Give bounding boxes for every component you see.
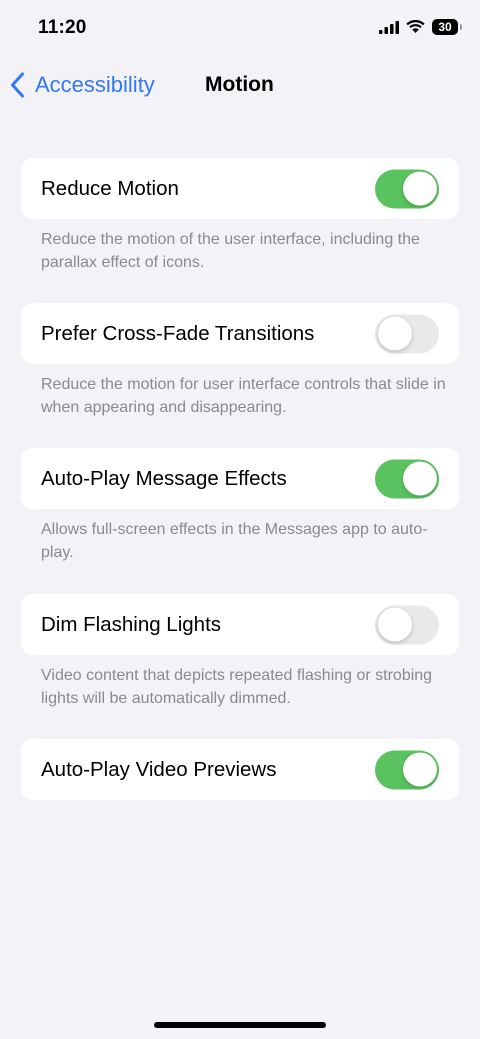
setting-reduce-motion: Reduce Motion — [21, 158, 459, 219]
setting-label: Auto-Play Message Effects — [41, 466, 287, 490]
setting-footnote: Video content that depicts repeated flas… — [41, 667, 433, 707]
dim-flashing-lights-toggle[interactable] — [375, 605, 439, 644]
back-chevron-icon — [11, 72, 24, 98]
toggle-knob — [402, 752, 437, 787]
signal-icon — [379, 20, 399, 34]
reduce-motion-toggle[interactable] — [375, 169, 439, 208]
setting-footnote: Reduce the motion of the user interface,… — [41, 231, 420, 271]
home-indicator[interactable] — [154, 1022, 326, 1028]
page-title: Motion — [205, 73, 274, 96]
toggle-knob — [377, 607, 412, 642]
toggle-knob — [402, 171, 437, 206]
status-bar: 11:20 30 — [0, 0, 480, 56]
auto-play-message-effects-toggle[interactable] — [375, 459, 439, 498]
setting-label: Auto-Play Video Previews — [41, 757, 277, 781]
battery-icon: 30 — [432, 19, 462, 35]
nav-bar: Accessibility Motion — [0, 60, 480, 108]
toggle-knob — [377, 316, 412, 351]
setting-footnote: Allows full-screen effects in the Messag… — [41, 521, 428, 561]
auto-play-video-previews-toggle[interactable] — [375, 750, 439, 789]
status-icons: 30 — [379, 19, 462, 35]
back-label: Accessibility — [35, 72, 155, 97]
setting-auto-play-message-effects: Auto-Play Message Effects — [21, 448, 459, 509]
wifi-icon — [406, 20, 425, 33]
toggle-knob — [402, 461, 437, 496]
setting-prefer-cross-fade: Prefer Cross-Fade Transitions — [21, 303, 459, 364]
prefer-cross-fade-toggle[interactable] — [375, 314, 439, 353]
setting-label: Prefer Cross-Fade Transitions — [41, 321, 315, 345]
setting-label: Dim Flashing Lights — [41, 612, 222, 636]
setting-auto-play-video-previews: Auto-Play Video Previews — [21, 739, 459, 800]
setting-footnote: Reduce the motion for user interface con… — [41, 376, 446, 416]
setting-label: Reduce Motion — [41, 176, 179, 200]
status-time: 11:20 — [38, 17, 87, 38]
setting-dim-flashing-lights: Dim Flashing Lights — [21, 594, 459, 655]
back-button[interactable]: Accessibility — [10, 68, 155, 102]
